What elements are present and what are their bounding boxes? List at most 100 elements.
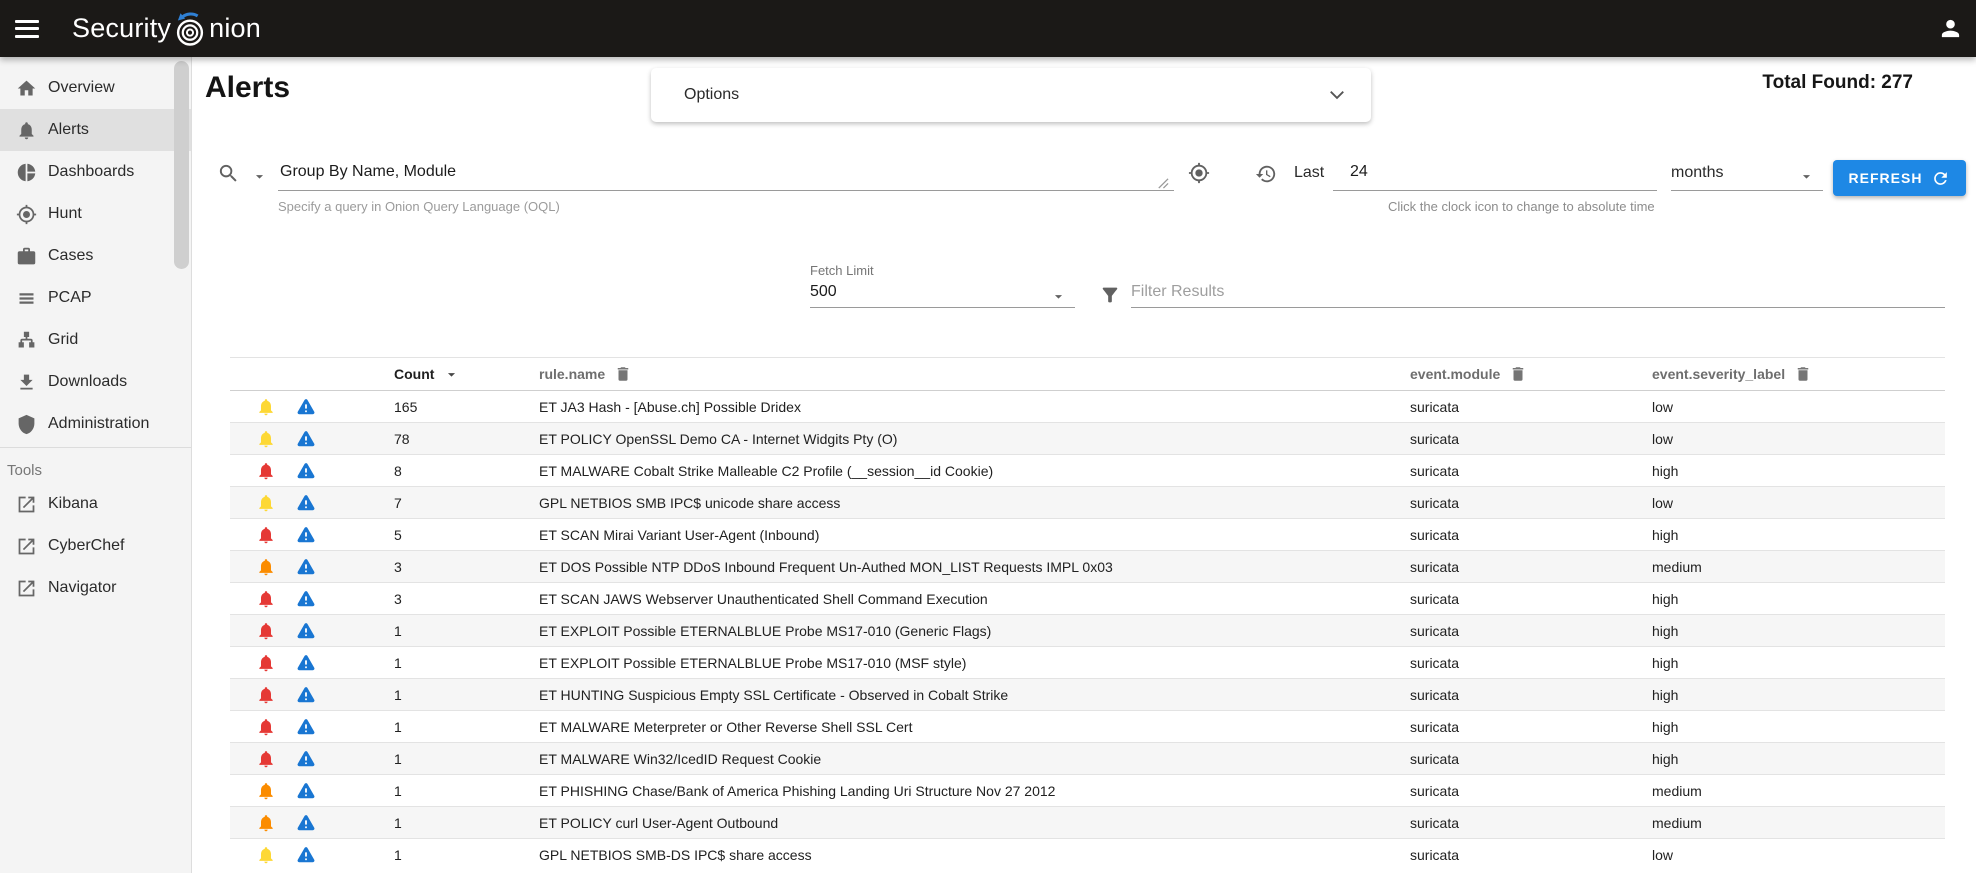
sidebar-item-downloads[interactable]: Downloads xyxy=(0,361,191,403)
table-row[interactable]: 5 ET SCAN Mirai Variant User-Agent (Inbo… xyxy=(230,519,1945,551)
sidebar-item-label: Navigator xyxy=(48,579,116,597)
sidebar-item-administration[interactable]: Administration xyxy=(0,403,191,445)
column-header-rule-name[interactable]: rule.name xyxy=(535,358,1406,391)
warning-triangle-icon[interactable] xyxy=(296,461,316,481)
warning-triangle-icon[interactable] xyxy=(296,813,316,833)
severity-bell-icon[interactable] xyxy=(256,557,276,577)
fetch-limit-caret-icon[interactable] xyxy=(1050,288,1067,305)
sidebar-item-kibana[interactable]: Kibana xyxy=(0,483,191,525)
rule-name-cell: ET POLICY curl User-Agent Outbound xyxy=(535,807,1406,839)
warning-triangle-icon[interactable] xyxy=(296,749,316,769)
filter-results-input[interactable] xyxy=(1131,283,1931,301)
severity-bell-icon[interactable] xyxy=(256,429,276,449)
sidebar-item-hunt[interactable]: Hunt xyxy=(0,193,191,235)
sidebar-item-cases[interactable]: Cases xyxy=(0,235,191,277)
time-hint: Click the clock icon to change to absolu… xyxy=(1388,199,1655,214)
table-row[interactable]: 165 ET JA3 Hash - [Abuse.ch] Possible Dr… xyxy=(230,391,1945,423)
severity-cell: high xyxy=(1648,519,1945,551)
rule-name-cell: GPL NETBIOS SMB IPC$ unicode share acces… xyxy=(535,487,1406,519)
security-onion-logo: Security nion xyxy=(72,9,261,49)
warning-triangle-icon[interactable] xyxy=(296,493,316,513)
table-row[interactable]: 1 ET HUNTING Suspicious Empty SSL Certif… xyxy=(230,679,1945,711)
column-header-event-severity-label[interactable]: event.severity_label xyxy=(1648,358,1945,391)
warning-triangle-icon[interactable] xyxy=(296,429,316,449)
warning-triangle-icon[interactable] xyxy=(296,845,316,865)
warning-triangle-icon[interactable] xyxy=(296,557,316,577)
remove-column-trash-icon[interactable] xyxy=(1509,365,1527,383)
warning-triangle-icon[interactable] xyxy=(296,397,316,417)
table-row[interactable]: 8 ET MALWARE Cobalt Strike Malleable C2 … xyxy=(230,455,1945,487)
user-menu-button[interactable] xyxy=(1939,17,1962,40)
sidebar-item-grid[interactable]: Grid xyxy=(0,319,191,361)
severity-bell-icon[interactable] xyxy=(256,717,276,737)
column-header-event-module[interactable]: event.module xyxy=(1406,358,1648,391)
duration-unit-select[interactable]: months xyxy=(1671,164,1723,182)
severity-bell-icon[interactable] xyxy=(256,653,276,673)
network-icon xyxy=(16,330,37,351)
table-row[interactable]: 7 GPL NETBIOS SMB IPC$ unicode share acc… xyxy=(230,487,1945,519)
severity-bell-icon[interactable] xyxy=(256,845,276,865)
options-panel-toggle[interactable]: Options xyxy=(651,68,1371,122)
severity-cell: medium xyxy=(1648,551,1945,583)
severity-bell-icon[interactable] xyxy=(256,813,276,833)
table-row[interactable]: 1 ET PHISHING Chase/Bank of America Phis… xyxy=(230,775,1945,807)
warning-triangle-icon[interactable] xyxy=(296,717,316,737)
column-header-count[interactable]: Count xyxy=(390,358,535,391)
onion-icon xyxy=(172,9,208,49)
refresh-button[interactable]: REFRESH xyxy=(1833,160,1966,196)
table-row[interactable]: 1 ET EXPLOIT Possible ETERNALBLUE Probe … xyxy=(230,615,1945,647)
severity-bell-icon[interactable] xyxy=(256,525,276,545)
rule-name-cell: ET JA3 Hash - [Abuse.ch] Possible Dridex xyxy=(535,391,1406,423)
remove-column-trash-icon[interactable] xyxy=(614,365,632,383)
table-row[interactable]: 3 ET DOS Possible NTP DDoS Inbound Frequ… xyxy=(230,551,1945,583)
history-clock-icon[interactable] xyxy=(1255,163,1277,185)
search-icon[interactable] xyxy=(217,162,240,185)
table-row[interactable]: 1 ET POLICY curl User-Agent Outbound sur… xyxy=(230,807,1945,839)
table-row[interactable]: 1 GPL NETBIOS SMB-DS IPC$ share access s… xyxy=(230,839,1945,871)
sort-desc-icon[interactable] xyxy=(443,366,460,383)
severity-bell-icon[interactable] xyxy=(256,749,276,769)
textarea-resize-grip[interactable] xyxy=(1156,176,1169,189)
duration-value-input[interactable] xyxy=(1350,163,1470,181)
warning-triangle-icon[interactable] xyxy=(296,589,316,609)
sidebar-item-alerts[interactable]: Alerts xyxy=(0,109,191,151)
severity-bell-icon[interactable] xyxy=(256,621,276,641)
sidebar-item-label: CyberChef xyxy=(48,537,124,555)
query-input[interactable] xyxy=(280,163,1160,181)
table-row[interactable]: 78 ET POLICY OpenSSL Demo CA - Internet … xyxy=(230,423,1945,455)
table-row[interactable]: 1 ET EXPLOIT Possible ETERNALBLUE Probe … xyxy=(230,647,1945,679)
menu-icon[interactable] xyxy=(15,20,39,38)
query-target-icon[interactable] xyxy=(1188,162,1210,184)
severity-bell-icon[interactable] xyxy=(256,493,276,513)
unit-select-caret-icon[interactable] xyxy=(1798,168,1815,185)
sidebar-item-cyberchef[interactable]: CyberChef xyxy=(0,525,191,567)
severity-bell-icon[interactable] xyxy=(256,461,276,481)
sidebar-item-overview[interactable]: Overview xyxy=(0,67,191,109)
remove-column-trash-icon[interactable] xyxy=(1794,365,1812,383)
query-dropdown-caret-icon[interactable] xyxy=(251,168,268,185)
severity-bell-icon[interactable] xyxy=(256,589,276,609)
warning-triangle-icon[interactable] xyxy=(296,653,316,673)
warning-triangle-icon[interactable] xyxy=(296,525,316,545)
event-module-cell: suricata xyxy=(1406,711,1648,743)
sidebar-item-label: Kibana xyxy=(48,495,98,513)
severity-bell-icon[interactable] xyxy=(256,685,276,705)
warning-triangle-icon[interactable] xyxy=(296,685,316,705)
warning-triangle-icon[interactable] xyxy=(296,781,316,801)
severity-bell-icon[interactable] xyxy=(256,397,276,417)
table-row[interactable]: 1 ET MALWARE Win32/IcedID Request Cookie… xyxy=(230,743,1945,775)
warning-triangle-icon[interactable] xyxy=(296,621,316,641)
sidebar-item-navigator[interactable]: Navigator xyxy=(0,567,191,609)
pie-chart-icon xyxy=(16,162,37,183)
table-row[interactable]: 3 ET SCAN JAWS Webserver Unauthenticated… xyxy=(230,583,1945,615)
table-row[interactable]: 1 ET MALWARE Meterpreter or Other Revers… xyxy=(230,711,1945,743)
sidebar-item-pcap[interactable]: PCAP xyxy=(0,277,191,319)
open-in-new-icon xyxy=(16,494,37,515)
count-cell: 1 xyxy=(390,615,535,647)
fetch-limit-select[interactable]: 500 xyxy=(810,283,837,301)
sidebar-item-dashboards[interactable]: Dashboards xyxy=(0,151,191,193)
rule-name-cell: ET DOS Possible NTP DDoS Inbound Frequen… xyxy=(535,551,1406,583)
severity-bell-icon[interactable] xyxy=(256,781,276,801)
bell-icon xyxy=(16,120,37,141)
sidebar-scrollbar-thumb[interactable] xyxy=(174,61,189,269)
